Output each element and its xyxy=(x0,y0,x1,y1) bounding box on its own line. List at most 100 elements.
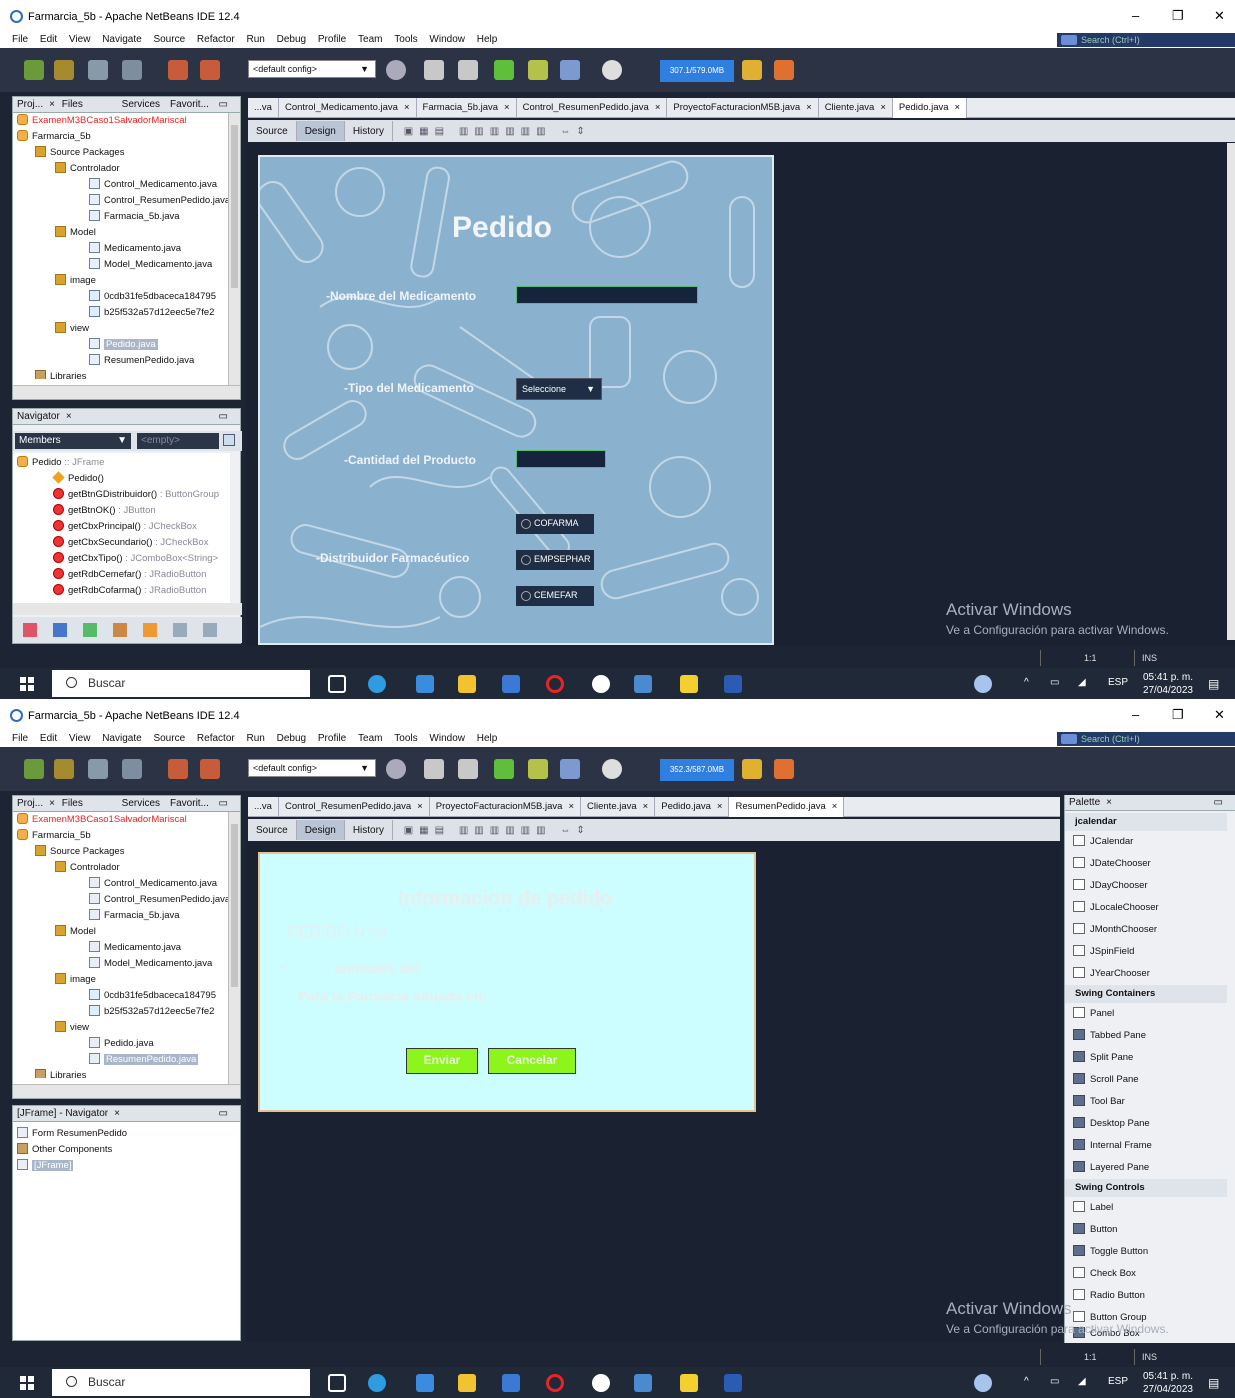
undo-icon[interactable] xyxy=(168,759,188,779)
menu-tools[interactable]: Tools xyxy=(394,32,417,48)
navigator-member[interactable]: getBtnOK() : JButton xyxy=(53,503,156,519)
palette-category-jcalendar[interactable]: jcalendar xyxy=(1065,813,1227,831)
memory-indicator[interactable]: 307.1/579.0MB xyxy=(660,60,734,82)
open-project-icon[interactable] xyxy=(88,60,108,80)
project-tree-vscroll[interactable] xyxy=(228,812,240,1084)
palette-item[interactable]: Label xyxy=(1073,1197,1113,1219)
network-icon[interactable]: ▭ xyxy=(1050,1376,1059,1387)
new-project-icon[interactable] xyxy=(54,759,74,779)
ide-search-input[interactable]: Search (Ctrl+I) xyxy=(1057,732,1235,746)
profile-icon[interactable] xyxy=(560,759,580,779)
memory-indicator[interactable]: 352.3/587.0MB xyxy=(660,759,734,781)
tab-design[interactable]: Design xyxy=(296,121,345,141)
sort-source-icon[interactable] xyxy=(203,623,217,637)
palette-item[interactable]: Tabbed Pane xyxy=(1073,1025,1146,1047)
run-icon[interactable] xyxy=(494,759,514,779)
filter-fields-icon[interactable] xyxy=(23,623,37,637)
navigator-member[interactable]: Pedido() xyxy=(52,471,104,487)
navigator-member[interactable]: getCbxTipo() : JComboBox<String> xyxy=(53,551,218,567)
editor-tab[interactable]: ...va xyxy=(248,98,279,118)
minimize-icon[interactable]: – xyxy=(1132,8,1139,23)
network-icon[interactable]: ▭ xyxy=(1050,677,1059,688)
enviar-button[interactable]: Enviar xyxy=(406,1048,478,1074)
menu-edit[interactable]: Edit xyxy=(40,32,57,48)
palette-item[interactable]: Layered Pane xyxy=(1073,1157,1149,1179)
config-select[interactable]: <default config> xyxy=(248,60,376,78)
tab-projects[interactable]: Proj... xyxy=(17,798,43,809)
profile-options-icon[interactable] xyxy=(602,759,622,779)
menu-navigate[interactable]: Navigate xyxy=(102,731,141,747)
clean-build-icon[interactable] xyxy=(424,60,444,80)
tree-item-image[interactable]: image xyxy=(55,273,96,289)
volume-icon[interactable]: ◢ xyxy=(1078,677,1086,688)
tab-navigator[interactable]: Navigator xyxy=(17,411,60,422)
mail-icon[interactable] xyxy=(502,1374,520,1392)
config-gear-icon[interactable] xyxy=(386,60,406,80)
redo-icon[interactable] xyxy=(200,759,220,779)
menu-refactor[interactable]: Refactor xyxy=(197,731,235,747)
minimize-palette-icon[interactable]: ▭ xyxy=(1214,795,1223,811)
editor-tab[interactable]: Control_ResumenPedido.java × xyxy=(517,98,668,118)
tree-item-control-resumenpedido[interactable]: Control_ResumenPedido.java xyxy=(89,892,228,908)
filter-inherited-icon[interactable] xyxy=(113,623,127,637)
palette-item[interactable]: Radio Button xyxy=(1073,1285,1145,1307)
menu-run[interactable]: Run xyxy=(247,32,265,48)
config-gear-icon[interactable] xyxy=(386,759,406,779)
volume-icon[interactable]: ◢ xyxy=(1078,1376,1086,1387)
palette-item[interactable]: JYearChooser xyxy=(1073,963,1150,985)
navigator-hscroll[interactable] xyxy=(13,603,242,615)
sticky-notes-icon[interactable] xyxy=(680,1374,698,1392)
language-indicator[interactable]: ESP xyxy=(1108,1376,1128,1387)
tree-item-libraries[interactable]: Libraries xyxy=(35,1068,86,1078)
palette-item[interactable]: Panel xyxy=(1073,1003,1114,1025)
editor-tab[interactable]: Cliente.java × xyxy=(581,797,656,817)
profile-options-icon[interactable] xyxy=(602,60,622,80)
palette-item[interactable]: JDayChooser xyxy=(1073,875,1148,897)
tree-item-project-farmarcia[interactable]: Farmarcia_5b xyxy=(17,828,91,844)
menu-window[interactable]: Window xyxy=(429,731,465,747)
project-tree-hscroll[interactable] xyxy=(13,385,240,399)
editor-tab[interactable]: Control_ResumenPedido.java × xyxy=(279,797,430,817)
nombre-medicamento-input[interactable] xyxy=(516,286,698,304)
tab-palette[interactable]: Palette xyxy=(1069,797,1100,808)
tab-files[interactable]: Files xyxy=(62,798,83,809)
language-indicator[interactable]: ESP xyxy=(1108,677,1128,688)
tab-navigator[interactable]: [JFrame] - Navigator xyxy=(17,1108,108,1119)
windows-start-icon[interactable] xyxy=(20,1376,34,1390)
tree-item-control-resumenpedido[interactable]: Control_ResumenPedido.java xyxy=(89,193,228,209)
menu-source[interactable]: Source xyxy=(153,32,185,48)
edge-browser-icon[interactable] xyxy=(368,1374,386,1392)
config-select[interactable]: <default config> xyxy=(248,759,376,777)
editor-tab-active[interactable]: Pedido.java × xyxy=(892,98,968,118)
menu-team[interactable]: Team xyxy=(358,731,382,747)
menu-help[interactable]: Help xyxy=(477,731,498,747)
menu-source[interactable]: Source xyxy=(153,731,185,747)
palette-category-swing-controls[interactable]: Swing Controls xyxy=(1065,1179,1227,1197)
menu-run[interactable]: Run xyxy=(247,731,265,747)
tree-item-image-1[interactable]: 0cdb31fe5dbaceca184795 xyxy=(89,988,216,1004)
sort-name-icon[interactable] xyxy=(173,623,187,637)
tree-item-source-packages[interactable]: Source Packages xyxy=(35,844,124,860)
minimize-navigator-icon[interactable]: ▭ xyxy=(219,409,228,425)
new-file-icon[interactable] xyxy=(24,759,44,779)
tree-item-controlador[interactable]: Controlador xyxy=(55,161,120,177)
tree-item-view[interactable]: view xyxy=(55,321,89,337)
edge-browser-icon[interactable] xyxy=(368,675,386,693)
palette-item[interactable]: Button xyxy=(1073,1219,1117,1241)
tree-item-view[interactable]: view xyxy=(55,1020,89,1036)
build-icon[interactable] xyxy=(458,60,478,80)
taskbar-search-input[interactable]: Buscar xyxy=(52,1369,310,1396)
palette-item[interactable]: JSpinField xyxy=(1073,941,1134,963)
design-tools-icon[interactable]: ▣▦▤ ▥▥▥▥▥▥ ⇔⇕ xyxy=(396,121,599,141)
word-icon[interactable] xyxy=(724,1374,742,1392)
menu-profile[interactable]: Profile xyxy=(318,731,346,747)
notifications-icon[interactable]: ▤ xyxy=(1208,677,1219,691)
gc-alt-icon[interactable] xyxy=(774,60,794,80)
tree-item-source-packages[interactable]: Source Packages xyxy=(35,145,124,161)
navigator-filter-select[interactable]: <empty> xyxy=(137,433,219,449)
menu-debug[interactable]: Debug xyxy=(277,731,306,747)
editor-tab[interactable]: Cliente.java × xyxy=(819,98,893,118)
minimize-navigator-icon[interactable]: ▭ xyxy=(219,1106,228,1122)
profile-icon[interactable] xyxy=(560,60,580,80)
palette-item[interactable]: Toggle Button xyxy=(1073,1241,1148,1263)
